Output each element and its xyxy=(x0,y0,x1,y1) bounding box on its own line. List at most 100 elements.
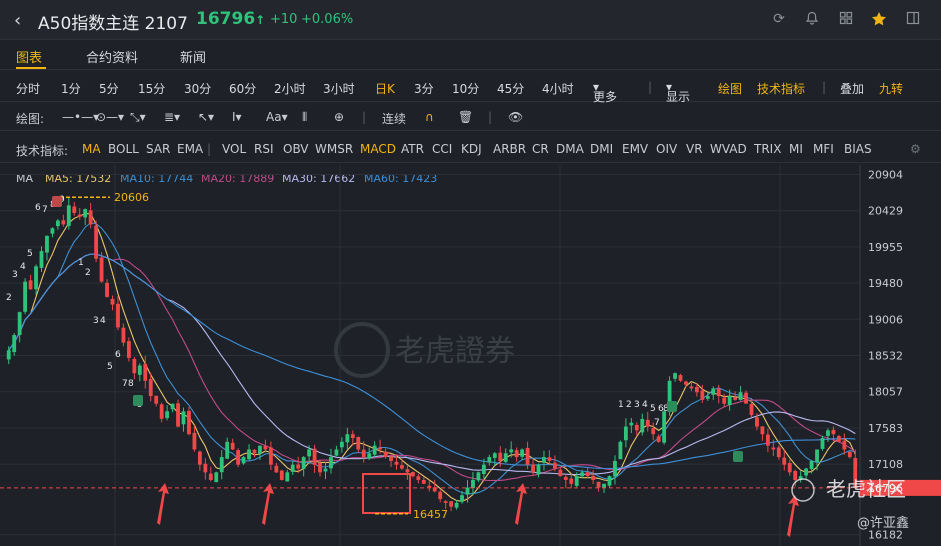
period-item[interactable]: 10分 xyxy=(452,80,479,97)
period-item[interactable]: 2小时 xyxy=(274,80,306,97)
candle-body xyxy=(165,411,170,419)
indicator-macd[interactable]: MACD xyxy=(360,142,396,156)
period-item[interactable]: 60分 xyxy=(229,80,256,97)
nine-turn-button[interactable]: 九转 xyxy=(879,80,903,97)
y-axis-label: 19955 xyxy=(868,241,903,254)
period-item[interactable]: 1分 xyxy=(61,80,81,97)
candle-body xyxy=(416,476,421,480)
candle-body xyxy=(77,214,82,217)
td-nine-badge xyxy=(667,401,677,412)
indicator-cr[interactable]: CR xyxy=(532,142,549,156)
candle-body xyxy=(782,457,787,465)
period-item[interactable]: 45分 xyxy=(497,80,524,97)
candle-body xyxy=(214,472,219,483)
overlay-button[interactable]: 叠加 xyxy=(840,80,864,97)
period-item-active[interactable]: 日K xyxy=(375,80,395,97)
indicator-bias[interactable]: BIAS xyxy=(844,142,872,156)
y-axis-label: 18532 xyxy=(868,349,903,362)
bar-tool-icon[interactable]: ⦀ xyxy=(302,110,307,125)
td-count-label: 3 xyxy=(12,270,18,280)
td-count-label: 5 xyxy=(650,404,656,414)
candle-body xyxy=(312,448,317,465)
kline-chart[interactable]: 老虎證券 20904204291995519480190061853218057… xyxy=(0,165,941,546)
indicator-sar[interactable]: SAR xyxy=(146,142,170,156)
candle-body xyxy=(339,441,344,448)
candle-body xyxy=(367,453,372,459)
settings-gear-icon[interactable]: ⚙ xyxy=(910,142,921,156)
indicator-atr[interactable]: ATR xyxy=(401,142,424,156)
red-arrow-marker xyxy=(262,483,274,525)
candle-body xyxy=(765,434,770,446)
indicator-trix[interactable]: TRIX xyxy=(754,142,781,156)
draw-toggle[interactable]: 绘图 xyxy=(718,80,742,97)
candle-body xyxy=(520,449,525,457)
indicator-mi[interactable]: MI xyxy=(789,142,803,156)
period-item[interactable]: 3小时 xyxy=(323,80,355,97)
candle-body xyxy=(329,457,333,469)
candle-body xyxy=(225,441,230,459)
indicator-oiv[interactable]: OIV xyxy=(656,142,677,156)
tab-news[interactable]: 新闻 xyxy=(180,47,206,66)
indicator-emv[interactable]: EMV xyxy=(622,142,648,156)
bell-icon[interactable] xyxy=(804,11,820,27)
indicator-boll[interactable]: BOLL xyxy=(108,142,139,156)
indicator-rsi[interactable]: RSI xyxy=(254,142,274,156)
candle-body xyxy=(263,445,268,450)
candle-body xyxy=(498,452,503,461)
cursor-tool-icon[interactable]: I▾ xyxy=(232,110,242,124)
grid-icon[interactable] xyxy=(838,11,854,27)
indicator-dmi[interactable]: DMI xyxy=(590,142,613,156)
td-count-label: 2 xyxy=(6,293,12,303)
divider: | xyxy=(822,80,827,94)
fib-tool-icon[interactable]: ≣▾ xyxy=(164,110,180,124)
indicator-ma[interactable]: MA xyxy=(82,142,101,156)
indicator-cci[interactable]: CCI xyxy=(432,142,452,156)
candle-body xyxy=(689,386,694,389)
td-count-label: 4 xyxy=(642,400,648,410)
period-item[interactable]: 4小时 xyxy=(542,80,574,97)
candle-body xyxy=(318,462,322,473)
arrow-tool-icon[interactable]: ↖▾ xyxy=(198,110,214,124)
indicator-vol[interactable]: VOL xyxy=(222,142,246,156)
display-dropdown[interactable]: 显示 ▾ xyxy=(666,80,690,104)
text-tool-icon[interactable]: Aa▾ xyxy=(266,110,288,124)
period-item[interactable]: 5分 xyxy=(99,80,119,97)
period-item[interactable]: 15分 xyxy=(138,80,165,97)
indicator-wvad[interactable]: WVAD xyxy=(710,142,747,156)
tab-chart[interactable]: 图表 xyxy=(16,47,42,66)
line-tool-icon[interactable]: —•—▾ xyxy=(62,110,99,124)
star-icon[interactable] xyxy=(871,11,887,27)
trash-icon[interactable]: 🗑 xyxy=(458,110,473,124)
candle-body xyxy=(727,396,732,405)
candle-body xyxy=(154,395,159,404)
candle-body xyxy=(613,460,617,477)
eye-icon[interactable]: 👁 xyxy=(508,110,523,124)
zoom-icon[interactable]: ⊕ xyxy=(334,110,344,124)
refresh-icon[interactable]: ⟳ xyxy=(771,11,787,27)
candle-body xyxy=(307,449,312,457)
indicator-wmsr[interactable]: WMSR xyxy=(315,142,353,156)
period-item[interactable]: 30分 xyxy=(184,80,211,97)
indicator-kdj[interactable]: KDJ xyxy=(461,142,482,156)
indicator-dma[interactable]: DMA xyxy=(556,142,584,156)
tech-indicator-toggle[interactable]: 技术指标 xyxy=(757,80,805,97)
indicator-obv[interactable]: OBV xyxy=(283,142,309,156)
ray-tool-icon[interactable]: ⊙—▾ xyxy=(96,110,124,124)
tab-contract-info[interactable]: 合约资料 xyxy=(86,47,138,66)
continuous-toggle[interactable]: 连续 xyxy=(382,110,406,127)
candle-body xyxy=(749,403,754,416)
candle-body xyxy=(684,381,688,385)
period-item[interactable]: 分时 xyxy=(16,80,40,97)
period-item[interactable]: 3分 xyxy=(414,80,434,97)
indicator-ema[interactable]: EMA xyxy=(177,142,203,156)
indicator-vr[interactable]: VR xyxy=(686,142,703,156)
channel-tool-icon[interactable]: ⤡▾ xyxy=(130,110,146,125)
chevron-left-icon[interactable]: ‹ xyxy=(14,10,21,31)
candle-body xyxy=(345,434,350,443)
magnet-icon[interactable]: ∩ xyxy=(425,110,434,124)
indicator-arbr[interactable]: ARBR xyxy=(493,142,526,156)
panel-icon[interactable] xyxy=(905,11,921,27)
indicator-mfi[interactable]: MFI xyxy=(813,142,834,156)
more-dropdown[interactable]: 更多 ▾ xyxy=(593,80,617,104)
candle-body xyxy=(640,418,645,433)
